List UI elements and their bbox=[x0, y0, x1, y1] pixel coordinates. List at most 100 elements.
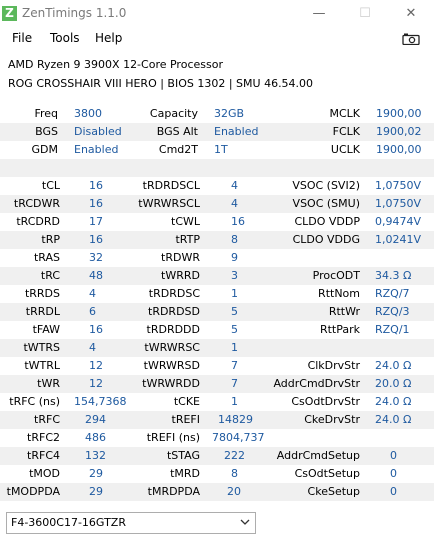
table-row: tWTRS 4 tWRWRSC 1 bbox=[0, 339, 434, 357]
timing-label: tRFC bbox=[34, 413, 60, 426]
timing-value: 29 bbox=[89, 467, 103, 480]
setup-label: CsOdtSetup bbox=[294, 467, 360, 480]
timing-label: tWRWRSC bbox=[144, 341, 200, 354]
setup-label: AddrCmdSetup bbox=[276, 449, 360, 462]
maximize-button[interactable]: ☐ bbox=[342, 0, 388, 28]
timing-label: tCWL bbox=[171, 215, 200, 228]
camera-icon[interactable] bbox=[402, 33, 420, 45]
drvstr-label: CsOdtDrvStr bbox=[291, 395, 360, 408]
menu-bar: File Tools Help bbox=[0, 28, 434, 50]
table-row: tRCDWR 16 tWRWRSCL 4 VSOC (SMU) 1,0750V bbox=[0, 195, 434, 213]
timing-value: 1 bbox=[231, 395, 238, 408]
uclk-label: UCLK bbox=[330, 143, 360, 156]
window-title: ZenTimings 1.1.0 bbox=[22, 6, 127, 20]
timing-value: 486 bbox=[85, 431, 106, 444]
timing-value: 4 bbox=[89, 287, 96, 300]
timing-label: tRDWR bbox=[161, 251, 200, 264]
fclk-label: FCLK bbox=[332, 125, 360, 138]
timing-value: 4 bbox=[231, 179, 238, 192]
table-row: Freq 3800 Capacity 32GB MCLK 1900,00 bbox=[0, 105, 434, 123]
table-row: tCL 16 tRDRDSCL 4 VSOC (SVI2) 1,0750V bbox=[0, 177, 434, 195]
table-row: tMODPDA 29 tMRDPDA 20 CkeSetup 0 bbox=[0, 483, 434, 501]
voltage-label: VSOC (SMU) bbox=[292, 197, 360, 210]
voltage-value: 1,0750V bbox=[375, 197, 422, 210]
drvstr-label: ClkDrvStr bbox=[307, 359, 360, 372]
timing-value: 14829 bbox=[218, 413, 253, 426]
menu-help[interactable]: Help bbox=[95, 31, 122, 45]
capacity-value: 32GB bbox=[214, 107, 245, 120]
table-row: tFAW 16 tRDRDDD 5 RttPark RZQ/1 bbox=[0, 321, 434, 339]
voltage-value: 0,9474V bbox=[375, 215, 422, 228]
table-row: tRRDS 4 tRDRDSC 1 RttNom RZQ/7 bbox=[0, 285, 434, 303]
table-row: GDM Enabled Cmd2T 1T UCLK 1900,00 bbox=[0, 141, 434, 159]
timing-label: tRRDL bbox=[25, 305, 60, 318]
timing-label: tRFC2 bbox=[27, 431, 60, 444]
timing-label: tREFI (ns) bbox=[146, 431, 200, 444]
timing-label: tRDRDSD bbox=[148, 305, 200, 318]
odt-value: 34.3 Ω bbox=[375, 269, 412, 282]
timing-label: tMRD bbox=[170, 467, 200, 480]
timing-value: 5 bbox=[231, 323, 238, 336]
memory-profile-select[interactable]: F4-3600C17-16GTZR bbox=[6, 512, 256, 534]
gdm-value: Enabled bbox=[74, 143, 119, 156]
timing-value: 3 bbox=[231, 269, 238, 282]
rtt-label: RttNom bbox=[318, 287, 360, 300]
timing-label: tRTP bbox=[175, 233, 200, 246]
timing-value: 16 bbox=[89, 323, 103, 336]
table-row: tRFC 294 tREFI 14829 CkeDrvStr 24.0 Ω bbox=[0, 411, 434, 429]
timing-label: tMODPDA bbox=[6, 485, 60, 498]
setup-value: 0 bbox=[390, 467, 397, 480]
timing-value: 8 bbox=[231, 467, 238, 480]
timing-value: 16 bbox=[89, 179, 103, 192]
fclk-value: 1900,02 bbox=[376, 125, 422, 138]
rtt-value: RZQ/3 bbox=[375, 305, 410, 318]
board-info: ROG CROSSHAIR VIII HERO | BIOS 1302 | SM… bbox=[8, 77, 314, 90]
timing-value: 7804,737 bbox=[212, 431, 265, 444]
minimize-button[interactable]: — bbox=[296, 0, 342, 28]
cpu-name: AMD Ryzen 9 3900X 12-Core Processor bbox=[8, 58, 223, 71]
timing-value: 9 bbox=[231, 251, 238, 264]
setup-value: 0 bbox=[390, 449, 397, 462]
timing-label: tMRDPDA bbox=[147, 485, 200, 498]
voltage-label: VSOC (SVI2) bbox=[292, 179, 360, 192]
freq-value: 3800 bbox=[74, 107, 102, 120]
voltage-value: 1,0750V bbox=[375, 179, 422, 192]
timing-value: 154,7368 bbox=[74, 395, 127, 408]
timing-label: tFAW bbox=[32, 323, 60, 336]
timing-label: tCL bbox=[41, 179, 60, 192]
timing-value: 1 bbox=[231, 341, 238, 354]
voltage-value: 1,0241V bbox=[375, 233, 422, 246]
menu-tools[interactable]: Tools bbox=[50, 31, 80, 45]
timing-value: 8 bbox=[231, 233, 238, 246]
timing-label: tRCDWR bbox=[13, 197, 60, 210]
rtt-label: RttWr bbox=[328, 305, 360, 318]
mclk-label: MCLK bbox=[329, 107, 360, 120]
timing-value: 4 bbox=[89, 341, 96, 354]
close-button[interactable]: ✕ bbox=[388, 0, 434, 28]
drvstr-value: 24.0 Ω bbox=[375, 413, 412, 426]
timing-label: tRFC (ns) bbox=[9, 395, 60, 408]
drvstr-value: 24.0 Ω bbox=[375, 395, 412, 408]
drvstr-label: CkeDrvStr bbox=[304, 413, 360, 426]
timing-label: tRRDS bbox=[24, 287, 60, 300]
freq-label: Freq bbox=[34, 107, 58, 120]
menu-file[interactable]: File bbox=[12, 31, 32, 45]
table-row: tRFC (ns) 154,7368 tCKE 1 CsOdtDrvStr 24… bbox=[0, 393, 434, 411]
table-row: tRCDRD 17 tCWL 16 CLDO VDDP 0,9474V bbox=[0, 213, 434, 231]
setup-label: CkeSetup bbox=[307, 485, 360, 498]
setup-value: 0 bbox=[390, 485, 397, 498]
title-bar: Z ZenTimings 1.1.0 — ☐ ✕ bbox=[0, 0, 434, 28]
timing-value: 20 bbox=[227, 485, 241, 498]
chevron-down-icon bbox=[240, 519, 250, 525]
timing-value: 5 bbox=[231, 305, 238, 318]
timing-value: 16 bbox=[89, 197, 103, 210]
timing-value: 132 bbox=[85, 449, 106, 462]
timing-label: tWRWRSD bbox=[143, 359, 200, 372]
app-icon: Z bbox=[2, 6, 17, 21]
table-row: tRFC4 132 tSTAG 222 AddrCmdSetup 0 bbox=[0, 447, 434, 465]
timing-label: tWR bbox=[37, 377, 60, 390]
timing-label: tREFI bbox=[171, 413, 200, 426]
table-row: tRC 48 tWRRD 3 ProcODT 34.3 Ω bbox=[0, 267, 434, 285]
timing-value: 294 bbox=[85, 413, 106, 426]
table-row: tRRDL 6 tRDRDSD 5 RttWr RZQ/3 bbox=[0, 303, 434, 321]
